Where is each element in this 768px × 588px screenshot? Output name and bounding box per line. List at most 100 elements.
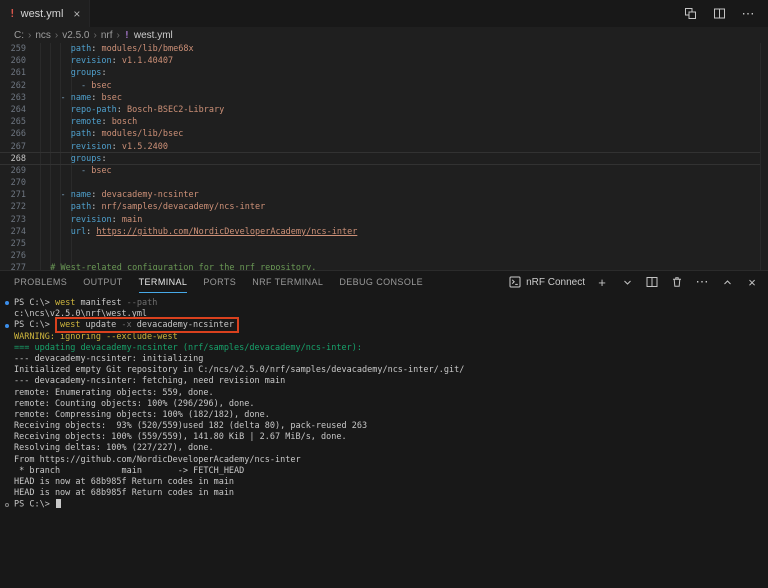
line-content: revision: v1.5.2400: [40, 141, 168, 153]
text-segment: [40, 117, 71, 127]
editor-line[interactable]: 271 - name: devacademy-ncsinter: [0, 189, 768, 201]
close-panel-icon[interactable]: ×: [744, 274, 760, 290]
line-content: revision: main: [40, 214, 142, 226]
line-number: 266: [0, 128, 26, 140]
text-segment: :: [86, 227, 96, 237]
editor-line[interactable]: 259 path: modules/lib/bme68x: [0, 43, 768, 55]
terminal-profile-dropdown-icon[interactable]: [619, 274, 635, 290]
editor-line[interactable]: 270: [0, 177, 768, 189]
editor-line[interactable]: 268 groups:: [0, 153, 768, 165]
yaml-file-icon: !: [9, 7, 16, 20]
panel-tabs: PROBLEMS OUTPUT TERMINAL PORTS NRF TERMINAL D…: [14, 271, 423, 293]
text-segment: :: [91, 93, 101, 103]
line-number: 267: [0, 141, 26, 153]
text-segment: Initialized empty Git repository in C:/n…: [14, 365, 464, 375]
breadcrumb-item-ncs[interactable]: ncs: [35, 30, 51, 41]
editor-line[interactable]: 269 - bsec: [0, 165, 768, 177]
editor-line[interactable]: 272 path: nrf/samples/devacademy/ncs-int…: [0, 201, 768, 213]
panel-tab-ports[interactable]: PORTS: [203, 271, 236, 293]
text-segment: repo-path: [71, 105, 117, 115]
editor-line[interactable]: 264 repo-path: Bosch-BSEC2-Library: [0, 104, 768, 116]
panel-tab-nrf-terminal[interactable]: NRF TERMINAL: [252, 271, 323, 293]
panel-tab-debug-console[interactable]: DEBUG CONSOLE: [339, 271, 423, 293]
editor-line[interactable]: 276: [0, 250, 768, 262]
more-actions-icon[interactable]: ⋯: [740, 6, 756, 22]
breadcrumb-item-version[interactable]: v2.5.0: [62, 30, 89, 41]
editor-line[interactable]: 262 - bsec: [0, 80, 768, 92]
text-segment: :: [112, 56, 122, 66]
text-segment: HEAD is now at 68b985f Return codes in m…: [14, 477, 234, 487]
command-decoration-pending-icon[interactable]: [5, 503, 9, 507]
command-decoration-icon[interactable]: [5, 301, 9, 305]
editor-actions: ⋯: [682, 0, 768, 27]
terminal-cursor: [56, 499, 61, 508]
panel-tab-terminal[interactable]: TERMINAL: [139, 271, 188, 293]
panel-tab-output[interactable]: OUTPUT: [83, 271, 122, 293]
maximize-panel-icon[interactable]: [719, 274, 735, 290]
text-segment: url: [71, 227, 86, 237]
line-content: remote: bosch: [40, 116, 137, 128]
editor-line[interactable]: 274 url: https://github.com/NordicDevelo…: [0, 226, 768, 238]
new-terminal-button[interactable]: +: [594, 274, 610, 290]
line-number: 268: [0, 153, 26, 165]
text-segment: update: [80, 320, 116, 330]
editor-line[interactable]: 266 path: modules/lib/bsec: [0, 128, 768, 140]
editor-line[interactable]: 261 groups:: [0, 67, 768, 79]
editor[interactable]: 259 path: modules/lib/bme68x260 revision…: [0, 43, 768, 270]
text-segment: :: [91, 129, 101, 139]
terminal-instance-nrf-connect[interactable]: nRF Connect: [509, 276, 585, 288]
text-segment: Receiving objects: 93% (520/559)used 182…: [14, 421, 367, 431]
annotation-highlight-box: west update -x devacademy-ncsinter: [55, 317, 239, 333]
text-segment: bsec: [101, 93, 121, 103]
close-tab-icon[interactable]: ×: [73, 8, 80, 20]
text-segment: path: [71, 202, 91, 212]
breadcrumb-item-nrf[interactable]: nrf: [101, 30, 113, 41]
more-actions-icon[interactable]: ⋯: [694, 274, 710, 290]
breadcrumb-separator: ›: [117, 30, 120, 41]
tab-west-yml[interactable]: ! west.yml ×: [0, 0, 90, 27]
text-segment: modules/lib/bme68x: [101, 44, 193, 54]
command-decoration-icon[interactable]: [5, 324, 9, 328]
editor-line[interactable]: 267 revision: v1.5.2400: [0, 141, 768, 153]
text-segment: HEAD is now at 68b985f Return codes in m…: [14, 488, 234, 498]
text-segment: west: [55, 298, 75, 308]
line-content: path: nrf/samples/devacademy/ncs-inter: [40, 201, 265, 213]
line-number: 261: [0, 67, 26, 79]
panel-header: PROBLEMS OUTPUT TERMINAL PORTS NRF TERMINAL D…: [0, 271, 768, 293]
text-segment: nrf/samples/devacademy/ncs-inter: [101, 202, 265, 212]
line-number: 277: [0, 262, 26, 270]
line-content: groups:: [40, 153, 107, 165]
line-number: 269: [0, 165, 26, 177]
open-changes-icon[interactable]: [682, 6, 698, 22]
text-segment: :: [91, 190, 101, 200]
terminal-output[interactable]: PS C:\> west manifest --pathc:\ncs\v2.5.…: [0, 293, 768, 588]
text-segment: Bosch-BSEC2-Library: [127, 105, 224, 115]
breadcrumb-item-drive[interactable]: C:: [14, 30, 24, 41]
split-editor-icon[interactable]: [711, 6, 727, 22]
editor-line[interactable]: 273 revision: main: [0, 214, 768, 226]
line-content: groups:: [40, 67, 107, 79]
line-number: 274: [0, 226, 26, 238]
editor-line[interactable]: 277 # West-related configuration for the…: [0, 262, 768, 270]
editor-line[interactable]: 265 remote: bosch: [0, 116, 768, 128]
editor-scrollbar[interactable]: [760, 43, 768, 270]
text-segment: === updating devacademy-ncsinter (nrf/sa…: [14, 343, 362, 353]
text-segment: revision: [71, 56, 112, 66]
text-segment: [40, 44, 71, 54]
text-segment: PS C:\>: [14, 320, 55, 330]
kill-terminal-trash-icon[interactable]: [669, 274, 685, 290]
editor-line[interactable]: 263 - name: bsec: [0, 92, 768, 104]
editor-line[interactable]: 275: [0, 238, 768, 250]
vscode-window: ! west.yml × ⋯ C: › ncs › v2.5.0 › nrf ›…: [0, 0, 768, 588]
panel-tab-problems[interactable]: PROBLEMS: [14, 271, 67, 293]
terminal-line: PS C:\>: [14, 499, 768, 510]
terminal-line: remote: Counting objects: 100% (296/296)…: [14, 399, 768, 410]
line-number: 276: [0, 250, 26, 262]
editor-line[interactable]: 260 revision: v1.1.40407: [0, 55, 768, 67]
editor-tab-bar: ! west.yml × ⋯: [0, 0, 768, 27]
text-segment: --- devacademy-ncsinter: fetching, need …: [14, 376, 285, 386]
line-number: 270: [0, 177, 26, 189]
breadcrumb-item-file[interactable]: west.yml: [134, 30, 173, 41]
terminal-line: remote: Compressing objects: 100% (182/1…: [14, 410, 768, 421]
split-terminal-icon[interactable]: [644, 274, 660, 290]
